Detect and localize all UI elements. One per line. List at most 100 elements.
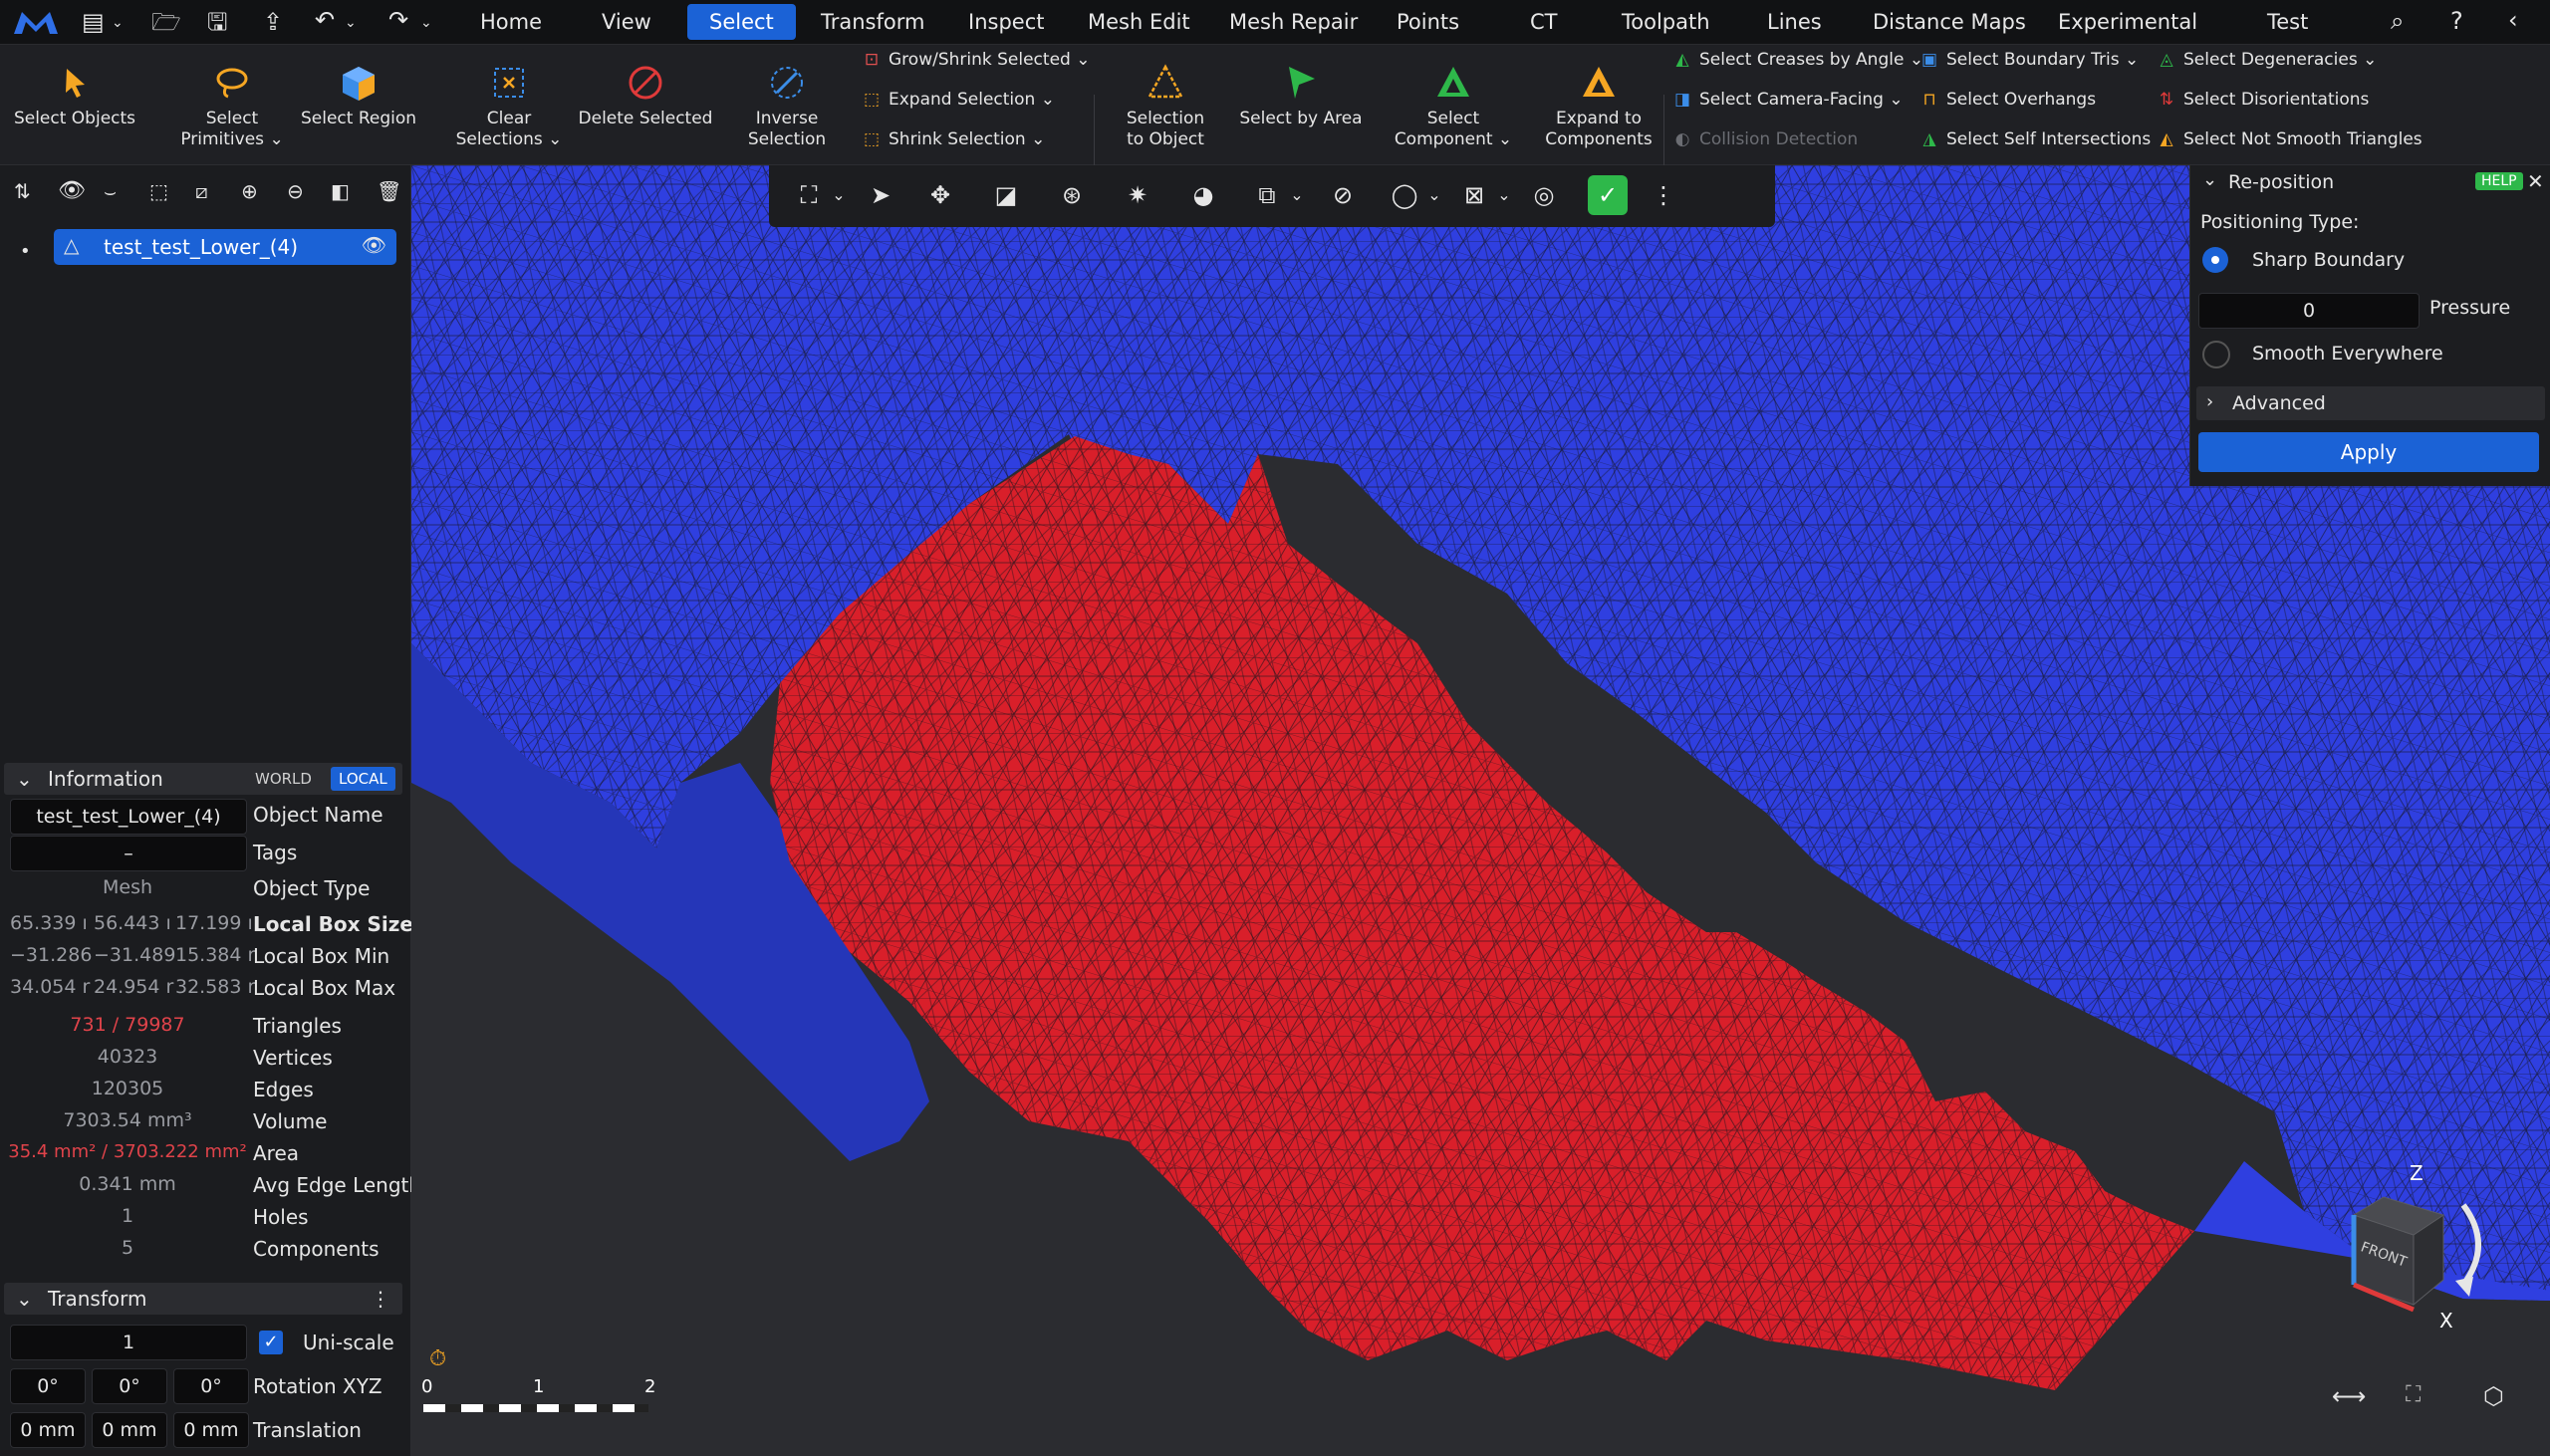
visibility-eye-icon[interactable]: 👁 bbox=[362, 233, 386, 257]
tab-home[interactable]: Home bbox=[458, 4, 564, 40]
tab-inspect[interactable]: Inspect bbox=[946, 4, 1066, 40]
chevron-down-icon[interactable]: ⌄ bbox=[1498, 129, 1512, 149]
tab-toolpath[interactable]: Toolpath bbox=[1600, 4, 1732, 40]
select-creases-button[interactable]: ◭ Select Creases by Angle ⌄ bbox=[1673, 49, 1923, 71]
chevron-down-icon[interactable]: ⌄ bbox=[1418, 179, 1450, 211]
rotation-z-field[interactable]: 0° bbox=[173, 1368, 249, 1404]
ruler-icon[interactable]: ⟷ bbox=[2332, 1382, 2366, 1410]
eye-icon[interactable]: 👁 bbox=[58, 177, 86, 205]
rotation-x-field[interactable]: 0° bbox=[10, 1368, 86, 1404]
clear-selections-button[interactable]: Clear Selections ⌄ bbox=[444, 63, 574, 150]
tab-lines[interactable]: Lines bbox=[1745, 4, 1844, 40]
sort-icon[interactable]: ⇅ bbox=[14, 177, 31, 205]
select-overhangs-button[interactable]: ⊓ Select Overhangs bbox=[1920, 89, 2096, 111]
grow-shrink-button[interactable]: ⊡ Grow/Shrink Selected ⌄ bbox=[863, 49, 1091, 71]
tab-mesh-edit[interactable]: Mesh Edit bbox=[1066, 4, 1212, 40]
tab-view[interactable]: View bbox=[580, 4, 673, 40]
star-shape-icon[interactable]: ✷ bbox=[1122, 179, 1153, 211]
inverse-selection-button[interactable]: Inverse Selection bbox=[727, 63, 847, 150]
select-not-smooth-button[interactable]: ◭ Select Not Smooth Triangles bbox=[2158, 128, 2422, 150]
translation-y-field[interactable]: 0 mm bbox=[92, 1412, 167, 1448]
object-name-field[interactable]: test_test_Lower_(4) bbox=[10, 799, 247, 835]
app-logo[interactable] bbox=[12, 8, 60, 36]
chevron-down-icon[interactable]: ⌄ bbox=[1076, 50, 1090, 70]
fit-view-icon[interactable]: ⛶ bbox=[2406, 1382, 2421, 1407]
undo-icon[interactable]: ↶ bbox=[315, 6, 335, 34]
select-component-button[interactable]: Select Component ⌄ bbox=[1389, 63, 1518, 150]
chevron-down-icon[interactable]: ⌄ bbox=[2202, 169, 2217, 190]
select-by-area-button[interactable]: Select by Area bbox=[1239, 63, 1363, 129]
scale-field[interactable]: 1 bbox=[10, 1325, 247, 1360]
open-folder-icon[interactable]: 🗁 bbox=[151, 8, 181, 36]
chevron-down-icon[interactable]: ⌄ bbox=[345, 9, 357, 37]
chevron-down-icon[interactable]: ⌄ bbox=[1281, 179, 1313, 211]
select-all-icon[interactable]: ⬚ bbox=[149, 177, 168, 205]
chevron-down-icon[interactable]: ⌄ bbox=[548, 129, 562, 149]
confirm-check-icon[interactable]: ✓ bbox=[1588, 175, 1628, 215]
collision-detection-button[interactable]: ◐ Collision Detection bbox=[1673, 128, 1859, 150]
move-down-icon[interactable]: ⊖ bbox=[287, 177, 304, 205]
uniscale-checkbox[interactable]: ✓ bbox=[259, 1331, 283, 1354]
chevron-down-icon[interactable]: ⌄ bbox=[1031, 129, 1045, 149]
chevron-down-icon[interactable]: ⌄ bbox=[269, 129, 283, 149]
box-select-icon[interactable]: ⊠ bbox=[1458, 179, 1490, 211]
chevron-down-icon[interactable]: ⌄ bbox=[823, 179, 855, 211]
tab-points[interactable]: Points bbox=[1375, 4, 1481, 40]
trash-icon[interactable]: 🗑 bbox=[377, 177, 401, 205]
tab-ct[interactable]: CT bbox=[1508, 4, 1580, 40]
redo-icon[interactable]: ↷ bbox=[388, 6, 408, 34]
transform-header[interactable]: ⌄ Transform ⋮ bbox=[4, 1283, 402, 1315]
move-up-icon[interactable]: ⊕ bbox=[241, 177, 258, 205]
shrink-selection-button[interactable]: ⬚ Shrink Selection ⌄ bbox=[863, 128, 1045, 150]
smooth-everywhere-radio[interactable] bbox=[2202, 341, 2230, 368]
tab-transform[interactable]: Transform bbox=[799, 4, 946, 40]
select-objects-button[interactable]: Select Objects bbox=[10, 63, 139, 129]
scene-item-object[interactable]: △ test_test_Lower_(4) 👁 bbox=[54, 229, 396, 265]
tab-select[interactable]: Select bbox=[687, 4, 796, 40]
collapse-icon[interactable]: ‹ bbox=[2508, 6, 2518, 34]
select-region-button[interactable]: Select Region bbox=[299, 63, 418, 129]
pointer-icon[interactable]: ➤ bbox=[865, 179, 896, 211]
chevron-down-icon[interactable]: ⌄ bbox=[1041, 90, 1055, 110]
advanced-section[interactable]: › Advanced bbox=[2196, 386, 2545, 420]
expand-to-components-button[interactable]: Expand to Components bbox=[1534, 63, 1663, 150]
camera-view-icon[interactable]: ◕ bbox=[1187, 179, 1219, 211]
delete-selected-button[interactable]: Delete Selected bbox=[578, 63, 713, 129]
translation-x-field[interactable]: 0 mm bbox=[10, 1412, 86, 1448]
select-disorientations-button[interactable]: ⇅ Select Disorientations bbox=[2158, 89, 2370, 111]
copy-icon[interactable]: ⧉ bbox=[1251, 179, 1283, 211]
chevron-down-icon[interactable]: ⌄ bbox=[112, 9, 124, 37]
steering-icon[interactable]: ⊛ bbox=[1056, 179, 1088, 211]
export-icon[interactable]: ⇪ bbox=[263, 8, 283, 36]
tags-field[interactable]: – bbox=[10, 836, 247, 871]
chevron-down-icon[interactable]: ⌄ bbox=[2125, 50, 2139, 70]
split-icon[interactable]: ◧ bbox=[331, 177, 350, 205]
chevron-down-icon[interactable]: ⌄ bbox=[420, 9, 432, 37]
rotation-y-field[interactable]: 0° bbox=[92, 1368, 167, 1404]
timer-icon[interactable]: ⏱ bbox=[429, 1346, 446, 1371]
more-options-icon[interactable]: ⋮ bbox=[371, 1283, 390, 1315]
eye-closed-icon[interactable]: ⌣ bbox=[104, 177, 117, 205]
information-header[interactable]: ⌄ Information WORLD LOCAL bbox=[4, 763, 402, 795]
tab-distance-maps[interactable]: Distance Maps bbox=[1851, 4, 2048, 40]
tab-mesh-repair[interactable]: Mesh Repair bbox=[1207, 4, 1380, 40]
chevron-down-icon[interactable]: ⌄ bbox=[1488, 179, 1520, 211]
expand-selection-button[interactable]: ⬚ Expand Selection ⌄ bbox=[863, 89, 1055, 111]
select-degeneracies-button[interactable]: ◬ Select Degeneracies ⌄ bbox=[2158, 49, 2377, 71]
move-icon[interactable]: ✥ bbox=[924, 179, 956, 211]
chevron-down-icon[interactable]: ⌄ bbox=[2363, 50, 2377, 70]
deselect-icon[interactable]: ⧄ bbox=[195, 177, 208, 205]
chevron-down-icon[interactable]: ⌄ bbox=[1889, 90, 1903, 110]
close-icon[interactable]: ✕ bbox=[2527, 169, 2544, 193]
tab-test[interactable]: Test bbox=[2245, 4, 2330, 40]
help-badge[interactable]: HELP bbox=[2475, 172, 2523, 190]
lasso-tool-icon[interactable]: ◯ bbox=[1389, 179, 1420, 211]
pressure-field[interactable]: 0 bbox=[2198, 293, 2420, 329]
translation-z-field[interactable]: 0 mm bbox=[173, 1412, 249, 1448]
selection-to-object-button[interactable]: Selection to Object bbox=[1106, 63, 1225, 150]
search-icon[interactable]: ⌕ bbox=[2391, 7, 2404, 35]
select-boundary-tris-button[interactable]: ▣ Select Boundary Tris ⌄ bbox=[1920, 49, 2139, 71]
wireframe-cube-icon[interactable]: ⬡ bbox=[2483, 1382, 2504, 1410]
tab-experimental[interactable]: Experimental bbox=[2036, 4, 2219, 40]
local-toggle[interactable]: LOCAL bbox=[331, 767, 395, 791]
